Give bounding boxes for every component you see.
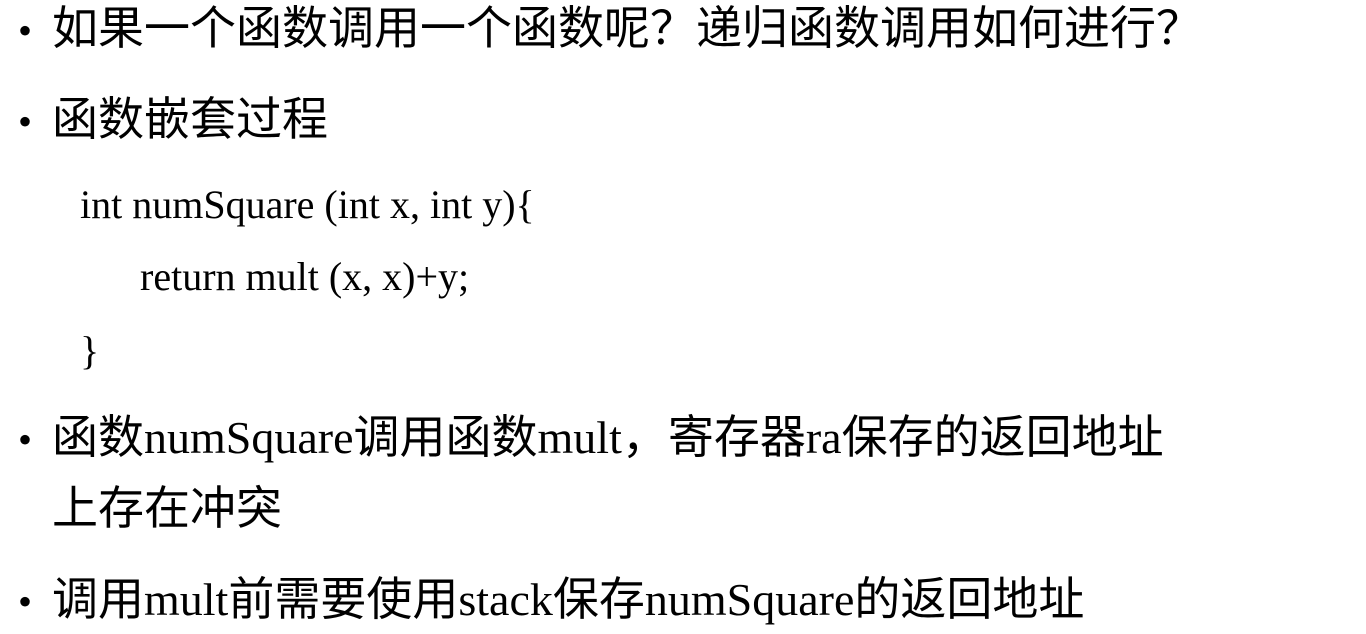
- bullet-ra-conflict: • 函数numSquare调用函数mult，寄存器ra保存的返回地址: [18, 411, 1164, 467]
- slide: • 如果一个函数调用一个函数呢？递归函数调用如何进行？ • 函数嵌套过程 int…: [0, 0, 1366, 634]
- bullet-text: 函数numSquare调用函数mult，寄存器ra保存的返回地址: [52, 412, 1164, 463]
- bullet-stack-save: • 调用mult前需要使用stack保存numSquare的返回地址: [18, 573, 1084, 629]
- code-line-return: return mult (x, x)+y;: [140, 254, 470, 299]
- bullet-text: 函数嵌套过程: [52, 94, 328, 145]
- bullet-dot-icon: •: [18, 8, 33, 53]
- code-line-closing-brace: }: [80, 328, 100, 373]
- code-line-function-signature: int numSquare (int x, int y){: [80, 182, 535, 227]
- bullet-text: 如果一个函数调用一个函数呢？递归函数调用如何进行？: [52, 3, 1202, 54]
- bullet-recursion-question: • 如果一个函数调用一个函数呢？递归函数调用如何进行？: [18, 2, 1202, 58]
- bullet-ra-conflict-continuation: 上存在冲突: [52, 483, 282, 534]
- bullet-dot-icon: •: [18, 99, 33, 144]
- bullet-dot-icon: •: [18, 417, 33, 462]
- bullet-dot-icon: •: [18, 579, 33, 624]
- bullet-text: 调用mult前需要使用stack保存numSquare的返回地址: [52, 574, 1085, 625]
- bullet-nesting-process: • 函数嵌套过程: [18, 93, 328, 149]
